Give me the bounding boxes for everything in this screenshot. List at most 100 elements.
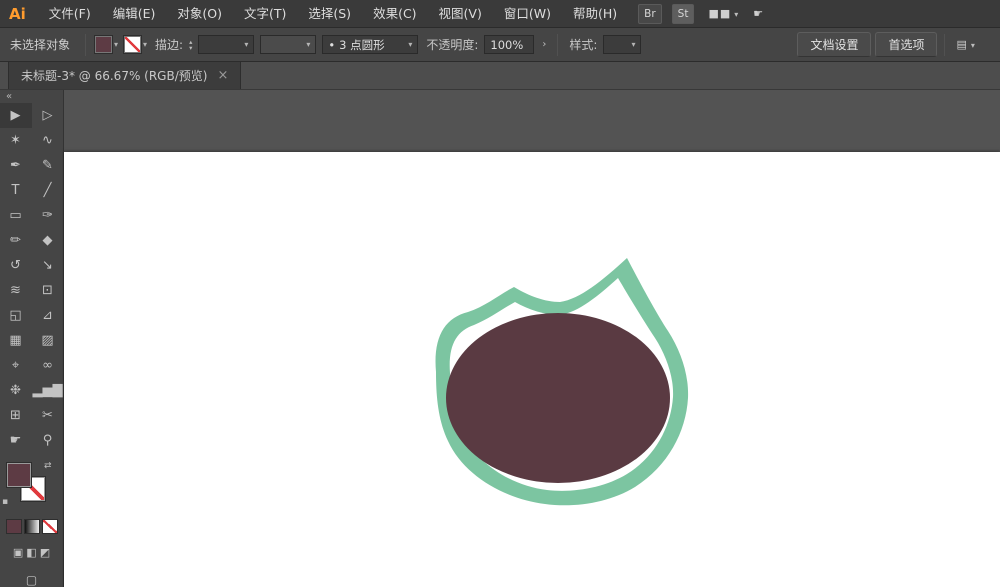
opacity-label: 不透明度: [426, 38, 479, 52]
none-button[interactable] [41, 519, 58, 534]
separator [85, 33, 87, 56]
perspective-grid-tool[interactable]: ⊿ [32, 303, 64, 328]
tool-grid: ▶ ▷ ✶ ∿ ✒ ✎ T ╱ ▭ ✑ ✏ ◆ ↺ ↘ ≋ ⊡ ◱ ⊿ ▦ ▨ [0, 103, 63, 453]
width-tool[interactable]: ≋ [0, 278, 32, 303]
hand-tool[interactable]: ☛ [0, 428, 32, 453]
menu-select[interactable]: 选择(S) [297, 0, 362, 27]
chevron-down-icon: ▾ [631, 40, 636, 49]
preferences-button[interactable]: 首选项 [875, 32, 938, 57]
illustrator-logo: Ai [9, 4, 26, 23]
canvas-pasteboard[interactable] [64, 90, 1000, 587]
selection-status: 未选择对象 [10, 38, 71, 52]
menu-help[interactable]: 帮助(H) [562, 0, 628, 27]
bridge-button[interactable]: Br [638, 3, 662, 24]
column-graph-tool[interactable]: ▂▅▇ [32, 378, 64, 403]
tools-panel: « ▶ ▷ ✶ ∿ ✒ ✎ T ╱ ▭ ✑ ✏ ◆ ↺ ↘ ≋ ⊡ ◱ ⊿ ▦ [0, 90, 64, 587]
arrange-documents-icon[interactable]: ■■ ▾ [708, 7, 739, 20]
menu-view[interactable]: 视图(V) [428, 0, 493, 27]
lasso-tool[interactable]: ∿ [32, 128, 64, 153]
menu-file[interactable]: 文件(F) [38, 0, 102, 27]
magic-wand-tool[interactable]: ✶ [0, 128, 32, 153]
stroke-weight-stepper[interactable]: ▴ ▾ [189, 38, 192, 51]
drawing-mode-buttons: ▣ ◧ ◩ [0, 546, 63, 559]
pencil-tool[interactable]: ✏ [0, 228, 32, 253]
gradient-tool[interactable]: ▨ [32, 328, 64, 353]
arrange-documents-glyph: ■■ [708, 7, 732, 20]
draw-inside-icon[interactable]: ◩ [40, 546, 50, 559]
draw-behind-icon[interactable]: ◧ [26, 546, 36, 559]
stroke-color-control[interactable]: ▾ [123, 35, 148, 54]
zoom-tool[interactable]: ⚲ [32, 428, 64, 453]
fill-swatch[interactable] [6, 462, 32, 489]
style-dropdown[interactable]: ▾ [603, 35, 642, 54]
chevron-down-icon: ▾ [970, 41, 976, 50]
style-label: 样式: [569, 38, 598, 52]
chevron-down-icon: ▾ [143, 40, 148, 49]
document-tab-bar: 未标题-3* @ 66.67% (RGB/预览) × [0, 62, 1000, 90]
draw-normal-icon[interactable]: ▣ [13, 546, 23, 559]
fill-stroke-indicator: ⇄ ▪ [0, 461, 64, 509]
close-icon[interactable]: × [217, 68, 228, 83]
free-transform-tool[interactable]: ⊡ [32, 278, 64, 303]
selection-tool[interactable]: ▶ [0, 103, 32, 129]
rectangle-tool[interactable]: ▭ [0, 203, 32, 228]
type-tool[interactable]: T [0, 178, 32, 203]
screen-mode-icon[interactable]: ▢ [26, 573, 37, 587]
scale-tool[interactable]: ↘ [32, 253, 64, 278]
opacity-flyout-icon[interactable]: › [540, 39, 548, 50]
rotate-tool[interactable]: ↺ [0, 253, 32, 278]
document-setup-button[interactable]: 文档设置 [797, 32, 872, 57]
stroke-weight-label: 描边: [155, 38, 184, 52]
artboard-tool[interactable]: ⊞ [0, 403, 32, 428]
menu-bar: Ai 文件(F) 编辑(E) 对象(O) 文字(T) 选择(S) 效果(C) 视… [0, 0, 1000, 28]
paintbrush-tool[interactable]: ✑ [32, 203, 64, 228]
artwork-cat-shape[interactable] [428, 248, 708, 518]
opacity-value: 100% [490, 37, 524, 52]
chevron-down-icon: ▾ [114, 40, 119, 49]
chevron-down-icon: ▾ [734, 10, 740, 19]
curvature-tool[interactable]: ✎ [32, 153, 64, 178]
panel-menu-glyph: ▤ [956, 38, 968, 51]
artboard[interactable] [64, 152, 1000, 587]
control-panel-menu-icon[interactable]: ▤ ▾ [956, 38, 975, 51]
opacity-input[interactable]: 100% [484, 35, 535, 54]
mesh-tool[interactable]: ▦ [0, 328, 32, 353]
chevron-down-icon: ▾ [244, 40, 249, 49]
swap-fill-stroke-icon[interactable]: ⇄ [44, 461, 52, 471]
chevron-down-icon: ▾ [408, 40, 413, 49]
blend-tool[interactable]: ∞ [32, 353, 64, 378]
stroke-weight-dropdown[interactable]: ▾ [198, 35, 255, 54]
menu-effect[interactable]: 效果(C) [362, 0, 427, 27]
hand-gesture-icon[interactable]: ☛ [753, 7, 764, 20]
eyedropper-tool[interactable]: ⌖ [0, 353, 32, 378]
menu-window[interactable]: 窗口(W) [493, 0, 562, 27]
document-tab-title: 未标题-3* @ 66.67% (RGB/预览) [21, 69, 208, 83]
fill-color-swatch[interactable] [94, 35, 114, 54]
document-tab[interactable]: 未标题-3* @ 66.67% (RGB/预览) × [8, 62, 242, 89]
menu-type[interactable]: 文字(T) [233, 0, 297, 27]
direct-selection-tool[interactable]: ▷ [32, 103, 64, 128]
stock-button[interactable]: St [671, 3, 695, 24]
default-fill-stroke-icon[interactable]: ▪ [2, 497, 8, 507]
shaper-tool[interactable]: ◆ [32, 228, 64, 253]
body-ellipse-shape[interactable] [446, 313, 670, 483]
pen-tool[interactable]: ✒ [0, 153, 32, 178]
brush-name: 3 点圆形 [339, 37, 385, 52]
stepper-down-icon[interactable]: ▾ [189, 44, 192, 51]
line-segment-tool[interactable]: ╱ [32, 178, 64, 203]
slice-tool[interactable]: ✂ [32, 403, 64, 428]
gradient-button[interactable] [23, 519, 40, 534]
variable-width-profile-dropdown[interactable]: ▾ [260, 35, 317, 54]
paint-mode-buttons [0, 519, 63, 534]
illustrator-window: Ai 文件(F) 编辑(E) 对象(O) 文字(T) 选择(S) 效果(C) 视… [0, 0, 1000, 587]
tools-collapse-icon[interactable]: « [0, 90, 63, 103]
shape-builder-tool[interactable]: ◱ [0, 303, 32, 328]
fill-color-control[interactable]: ▾ [94, 35, 119, 54]
separator [557, 33, 559, 56]
menu-object[interactable]: 对象(O) [166, 0, 233, 27]
brush-definition-dropdown[interactable]: • 3 点圆形 ▾ [322, 35, 419, 54]
menu-edit[interactable]: 编辑(E) [102, 0, 167, 27]
symbol-sprayer-tool[interactable]: ❉ [0, 378, 32, 403]
color-button[interactable] [5, 519, 22, 534]
stroke-none-swatch[interactable] [123, 35, 143, 54]
